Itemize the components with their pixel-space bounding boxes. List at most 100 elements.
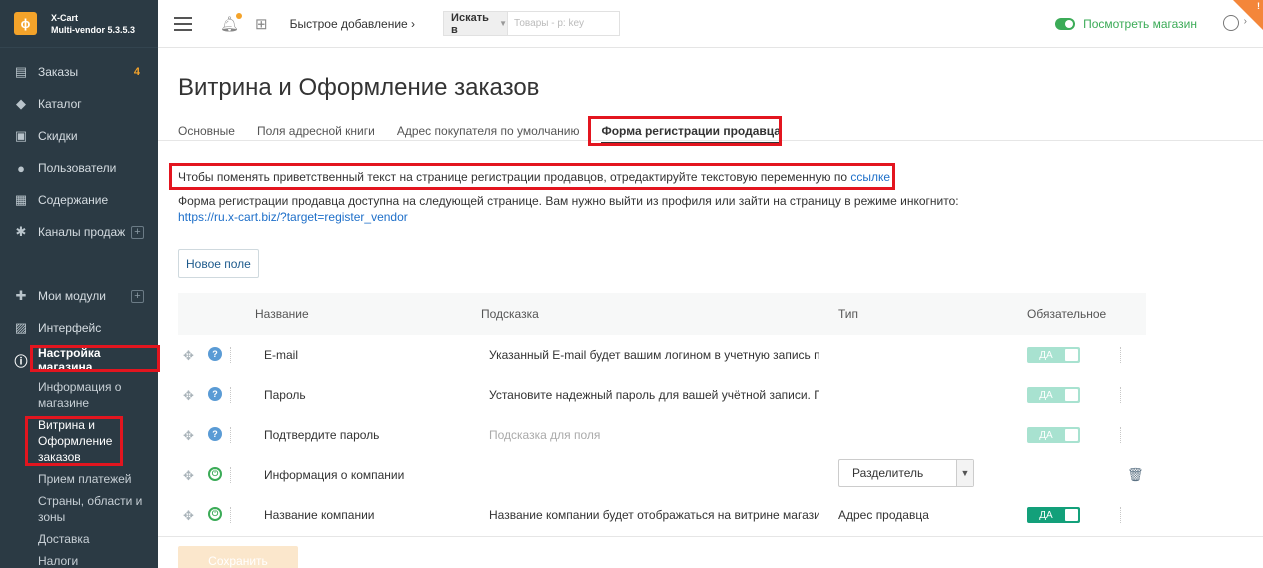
channels-icon: ✱: [15, 224, 27, 239]
users-icon: ●: [17, 160, 25, 176]
store-status-toggle[interactable]: [1055, 18, 1076, 30]
sidebar-item-interface[interactable]: ▨ Интерфейс: [0, 312, 158, 344]
field-hint[interactable]: Подсказка для поля: [489, 428, 819, 442]
table-row: ✥ ? E-mail Указанный E-mail будет вашим …: [178, 335, 1146, 375]
menu-toggle-icon[interactable]: [174, 16, 192, 31]
sidebar-item-label: Каналы продаж: [38, 225, 126, 239]
sidebar-item-discounts[interactable]: ▣ Скидки: [0, 120, 158, 152]
search-input[interactable]: [508, 12, 620, 35]
column-header-name: Название: [255, 307, 309, 321]
help-icon[interactable]: ?: [208, 427, 222, 441]
sticky-footer: Сохранить: [158, 536, 1263, 568]
puzzle-icon: ✚: [15, 288, 27, 303]
row-menu-icon[interactable]: [1120, 387, 1122, 403]
view-store-link[interactable]: Посмотреть магазин: [1055, 17, 1197, 31]
table-header: Название Подсказка Тип Обязательное: [178, 293, 1146, 335]
table-row: ✥ ⏻ Информация о компании Разделитель ▼ 🗑…: [178, 455, 1146, 495]
brand[interactable]: ɸ X-Cart Multi-vendor 5.3.5.3: [0, 0, 158, 48]
power-icon[interactable]: ⏻: [208, 467, 222, 481]
field-type-select[interactable]: Разделитель ▼: [838, 459, 974, 487]
drag-handle-icon[interactable]: ✥: [183, 388, 194, 404]
drag-handle-icon[interactable]: ✥: [183, 508, 194, 524]
submenu-payments[interactable]: Прием платежей: [0, 468, 158, 490]
save-button[interactable]: Сохранить: [178, 546, 298, 568]
tabs-divider: [158, 140, 1263, 141]
alert-icon: !: [1257, 1, 1260, 11]
label-edit-link[interactable]: ссылке: [850, 170, 890, 184]
sidebar-item-label: Мои модули: [38, 289, 106, 303]
required-toggle[interactable]: ДА: [1027, 427, 1080, 443]
sidebar-item-modules[interactable]: ✚ Мои модули +: [0, 280, 158, 312]
top-header: 🔔︎ ⊞ Быстрое добавление › Искать в▼ Посм…: [158, 0, 1263, 48]
registration-page-link[interactable]: https://ru.x-cart.biz/?target=register_v…: [178, 210, 408, 224]
submenu-taxes[interactable]: Налоги: [0, 550, 158, 568]
sidebar: ɸ X-Cart Multi-vendor 5.3.5.3 ▤ Заказы 4…: [0, 0, 158, 568]
chevron-down-icon: ▼: [499, 19, 508, 28]
field-name: Информация о компании: [264, 468, 405, 482]
field-name: Название компании: [264, 508, 375, 522]
content-icon: ▦: [14, 192, 28, 207]
add-module-icon[interactable]: +: [131, 289, 144, 303]
sidebar-item-sales-channels[interactable]: ✱ Каналы продаж +: [0, 216, 158, 248]
submenu-storefront-checkout[interactable]: Витрина и Оформление заказов: [0, 414, 158, 468]
column-header-required: Обязательное: [1027, 307, 1107, 321]
required-toggle[interactable]: ДА: [1027, 347, 1080, 363]
field-name: E-mail: [264, 348, 299, 362]
add-channel-icon[interactable]: +: [131, 225, 144, 239]
required-toggle[interactable]: ДА: [1027, 507, 1080, 523]
sidebar-item-users[interactable]: ● Пользователи: [0, 152, 158, 184]
sidebar-item-label: Скидки: [38, 129, 78, 143]
drag-handle-icon[interactable]: ✥: [183, 428, 194, 444]
sidebar-item-store-setup[interactable]: ⓘ Настройка магазина: [0, 344, 158, 376]
row-menu-icon[interactable]: [1120, 347, 1122, 363]
welcome-text-notice: Чтобы поменять приветственный текст на с…: [178, 170, 891, 184]
main-content: Витрина и Оформление заказов Основные По…: [158, 48, 1263, 568]
fields-table: Название Подсказка Тип Обязательное ✥ ? …: [178, 293, 1146, 535]
chevron-right-icon: ›: [411, 16, 416, 31]
sidebar-item-orders[interactable]: ▤ Заказы 4: [0, 56, 158, 88]
tag-icon: ◆: [16, 96, 26, 111]
power-icon[interactable]: ⏻: [208, 507, 222, 521]
field-hint[interactable]: Название компании будет отображаться на …: [489, 508, 819, 522]
submenu-store-info[interactable]: Информация о магазине: [0, 376, 158, 414]
bell-icon[interactable]: 🔔︎: [220, 12, 243, 33]
row-menu-icon[interactable]: [1120, 507, 1122, 523]
required-toggle[interactable]: ДА: [1027, 387, 1080, 403]
marketplace-icon[interactable]: ⊞: [255, 15, 268, 33]
sidebar-item-label: Настройка магазина: [37, 346, 101, 374]
field-hint[interactable]: Указанный E-mail будет вашим логином в у…: [489, 348, 819, 362]
new-field-button[interactable]: Новое поле: [178, 249, 259, 278]
gift-icon: ▣: [14, 128, 28, 143]
brand-version: Multi-vendor 5.3.5.3: [51, 24, 136, 35]
search-scope-dropdown[interactable]: Искать в ▼: [444, 12, 509, 36]
orders-icon: ▤: [14, 64, 28, 79]
xcart-logo-icon: ɸ: [14, 12, 37, 35]
info-icon: ⓘ: [14, 353, 28, 369]
page-title: Витрина и Оформление заказов: [178, 74, 540, 101]
help-icon[interactable]: ?: [208, 387, 222, 401]
field-hint[interactable]: Установите надежный пароль для вашей учё…: [489, 388, 819, 402]
table-row: ✥ ⏻ Название компании Название компании …: [178, 495, 1146, 535]
table-row: ✥ ? Подтвердите пароль Подсказка для пол…: [178, 415, 1146, 455]
sidebar-item-catalog[interactable]: ◆ Каталог: [0, 88, 158, 120]
drag-handle-icon[interactable]: ✥: [183, 348, 194, 364]
column-header-hint: Подсказка: [481, 307, 539, 321]
field-name: Пароль: [264, 388, 306, 402]
sidebar-item-label: Содержание: [38, 193, 109, 207]
quick-add-menu[interactable]: Быстрое добавление ›: [290, 17, 415, 31]
drag-handle-icon[interactable]: ✥: [183, 468, 194, 484]
submenu-countries-zones[interactable]: Страны, области и зоны: [0, 490, 158, 528]
help-icon[interactable]: ?: [208, 347, 222, 361]
sidebar-item-label: Интерфейс: [38, 321, 102, 335]
chevron-down-icon: ▼: [956, 460, 973, 486]
column-header-type: Тип: [838, 307, 859, 321]
registration-info-text: Форма регистрации продавца доступна на с…: [178, 194, 959, 208]
search-box: Искать в ▼: [443, 11, 621, 36]
sidebar-item-content[interactable]: ▦ Содержание: [0, 184, 158, 216]
field-type: Адрес продавца: [838, 508, 929, 522]
trash-icon[interactable]: 🗑︎: [1127, 467, 1144, 483]
brand-name: X-Cart: [51, 12, 79, 23]
sidebar-item-label: Пользователи: [38, 161, 117, 175]
submenu-shipping[interactable]: Доставка: [0, 528, 158, 550]
row-menu-icon[interactable]: [1120, 427, 1122, 443]
